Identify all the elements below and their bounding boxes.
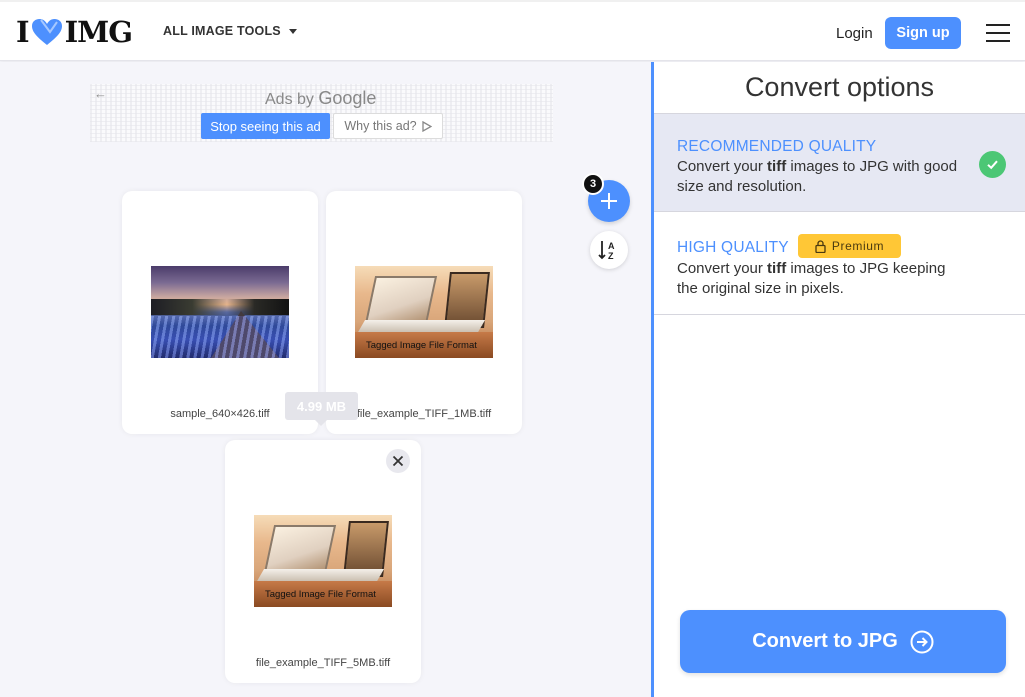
ad-choices-icon — [421, 120, 432, 132]
selected-check-icon — [979, 151, 1006, 178]
all-image-tools-label: ALL IMAGE TOOLS — [163, 24, 281, 38]
lock-icon — [815, 239, 826, 253]
caret-down-icon — [288, 28, 297, 34]
heart-icon — [31, 19, 62, 45]
ad-title-brand: Google — [318, 88, 377, 108]
logo[interactable]: I IMG — [16, 15, 133, 49]
option-description: Convert your tiff images to JPG keeping … — [677, 260, 946, 297]
option-description: Convert your tiff images to JPG with goo… — [677, 158, 958, 195]
option-recommended-quality[interactable]: RECOMMENDED QUALITY Convert your tiff im… — [654, 114, 1025, 212]
option-high-quality[interactable]: HIGH QUALITY Premium Convert your tiff i… — [654, 213, 1025, 315]
file-card[interactable]: Tagged Image File Format file_example_TI… — [225, 440, 421, 683]
svg-text:A: A — [608, 241, 615, 251]
file-size-tooltip: 4.99 MB — [285, 392, 358, 426]
premium-badge: Premium — [798, 234, 901, 258]
option-label: RECOMMENDED QUALITY — [677, 138, 877, 155]
file-name: file_example_TIFF_5MB.tiff — [255, 657, 391, 669]
sort-az-icon: A Z — [598, 241, 615, 261]
menu-bar — [986, 24, 1010, 26]
menu-bar — [986, 32, 1010, 34]
signup-button[interactable]: Sign up — [885, 17, 961, 49]
why-this-ad-label: Why this ad? — [344, 119, 417, 133]
premium-label: Premium — [831, 239, 885, 253]
top-header: I IMG ALL IMAGE TOOLS Login Sign up — [0, 0, 1025, 61]
menu-bar — [986, 40, 1010, 42]
ad-title: Ads by Google — [265, 88, 376, 109]
why-this-ad-button[interactable]: Why this ad? — [333, 113, 443, 139]
file-thumbnail: Tagged Image File Format — [254, 515, 392, 607]
file-thumbnail — [151, 266, 289, 358]
option-label: HIGH QUALITY — [677, 239, 789, 256]
logo-text-right: IMG — [64, 15, 133, 49]
remove-file-button[interactable] — [386, 449, 410, 473]
plus-icon — [601, 193, 617, 209]
panel-title: Convert options — [744, 72, 935, 102]
all-image-tools-menu[interactable]: ALL IMAGE TOOLS — [163, 24, 297, 38]
close-icon — [392, 455, 404, 467]
sort-az-button[interactable]: A Z — [590, 231, 628, 269]
thumbnail-caption: Tagged Image File Format — [265, 589, 376, 600]
login-link[interactable]: Login — [836, 25, 873, 42]
arrow-right-circle-icon — [910, 630, 934, 653]
file-thumbnail: Tagged Image File Format — [355, 266, 493, 358]
hamburger-menu-icon[interactable] — [986, 24, 1010, 42]
convert-label: Convert to JPG — [752, 630, 898, 652]
ad-back-arrow-icon[interactable]: ← — [94, 86, 107, 101]
ad-title-prefix: Ads by — [265, 91, 314, 108]
thumbnail-caption: Tagged Image File Format — [366, 340, 477, 351]
logo-text-left: I — [16, 15, 30, 49]
svg-text:Z: Z — [608, 251, 614, 261]
convert-to-jpg-button[interactable]: Convert to JPG — [680, 610, 1006, 673]
file-count-badge: 3 — [582, 173, 604, 195]
stop-seeing-ad-button[interactable]: Stop seeing this ad — [201, 113, 330, 139]
